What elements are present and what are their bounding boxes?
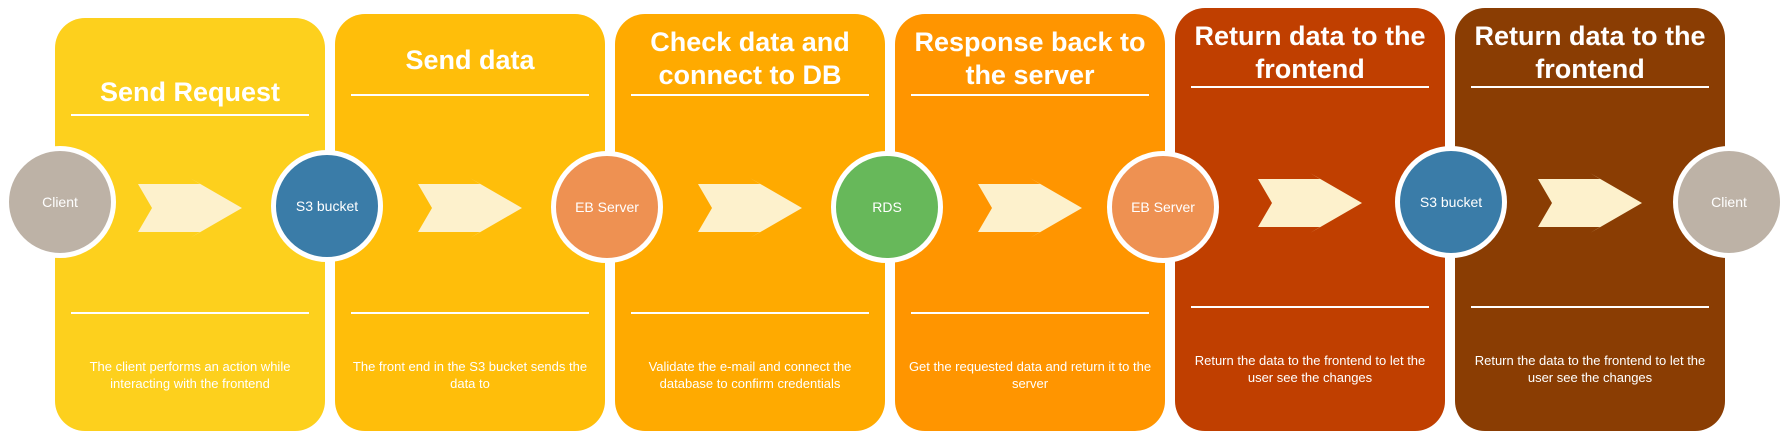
eb-server-node: EB Server	[1107, 151, 1219, 263]
step-description: Validate the e-mail and connect the data…	[648, 359, 852, 391]
node-label: Client	[42, 194, 78, 210]
node-label: Client	[1711, 194, 1747, 210]
description-divider	[911, 312, 1149, 314]
title-divider	[631, 94, 869, 96]
title-divider	[911, 94, 1149, 96]
step-title: Response back to the server	[914, 27, 1146, 90]
chevron-arrow-icon	[1258, 173, 1362, 233]
client-node: Client	[1673, 146, 1785, 258]
title-line: Check data and	[650, 27, 850, 57]
rds-node: RDS	[831, 151, 943, 263]
node-label: RDS	[872, 199, 902, 215]
title-divider	[71, 114, 309, 116]
chevron-arrow-icon	[1538, 173, 1642, 233]
step-description: The front end in the S3 bucket sends the…	[352, 359, 588, 391]
step-description: The client performs an action while inte…	[89, 359, 291, 391]
step-description: Return the data to the frontend to let t…	[1474, 353, 1706, 385]
s3-bucket-node: S3 bucket	[1395, 146, 1507, 258]
step-title: Send Request	[99, 77, 281, 107]
title-divider	[351, 94, 589, 96]
step-title: Return data to the frontend	[1474, 21, 1706, 84]
title-divider	[1191, 86, 1429, 88]
description-divider	[1471, 306, 1709, 308]
chevron-arrow-icon	[138, 178, 242, 238]
step-description: Return the data to the frontend to let t…	[1194, 353, 1426, 385]
chevron-arrow-icon	[418, 178, 522, 238]
title-divider	[1471, 86, 1709, 88]
description-divider	[351, 312, 589, 314]
node-label: EB Server	[1131, 199, 1195, 215]
step-title: Return data to the frontend	[1194, 21, 1426, 84]
chevron-arrow-icon	[698, 178, 802, 238]
description-divider	[1191, 306, 1429, 308]
step-title: Send data	[405, 45, 535, 75]
description-divider	[71, 312, 309, 314]
title-line: connect to DB	[658, 60, 842, 90]
step-title: Check data and connect to DB	[625, 26, 875, 92]
step-description: Get the requested data and return it to …	[908, 359, 1152, 391]
s3-bucket-node: S3 bucket	[271, 150, 383, 262]
eb-server-node: EB Server	[551, 151, 663, 263]
node-label: S3 bucket	[295, 198, 359, 214]
client-node: Client	[4, 146, 116, 258]
description-divider	[631, 312, 869, 314]
node-label: EB Server	[575, 199, 639, 215]
node-label: S3 bucket	[1419, 194, 1483, 210]
chevron-arrow-icon	[978, 178, 1082, 238]
